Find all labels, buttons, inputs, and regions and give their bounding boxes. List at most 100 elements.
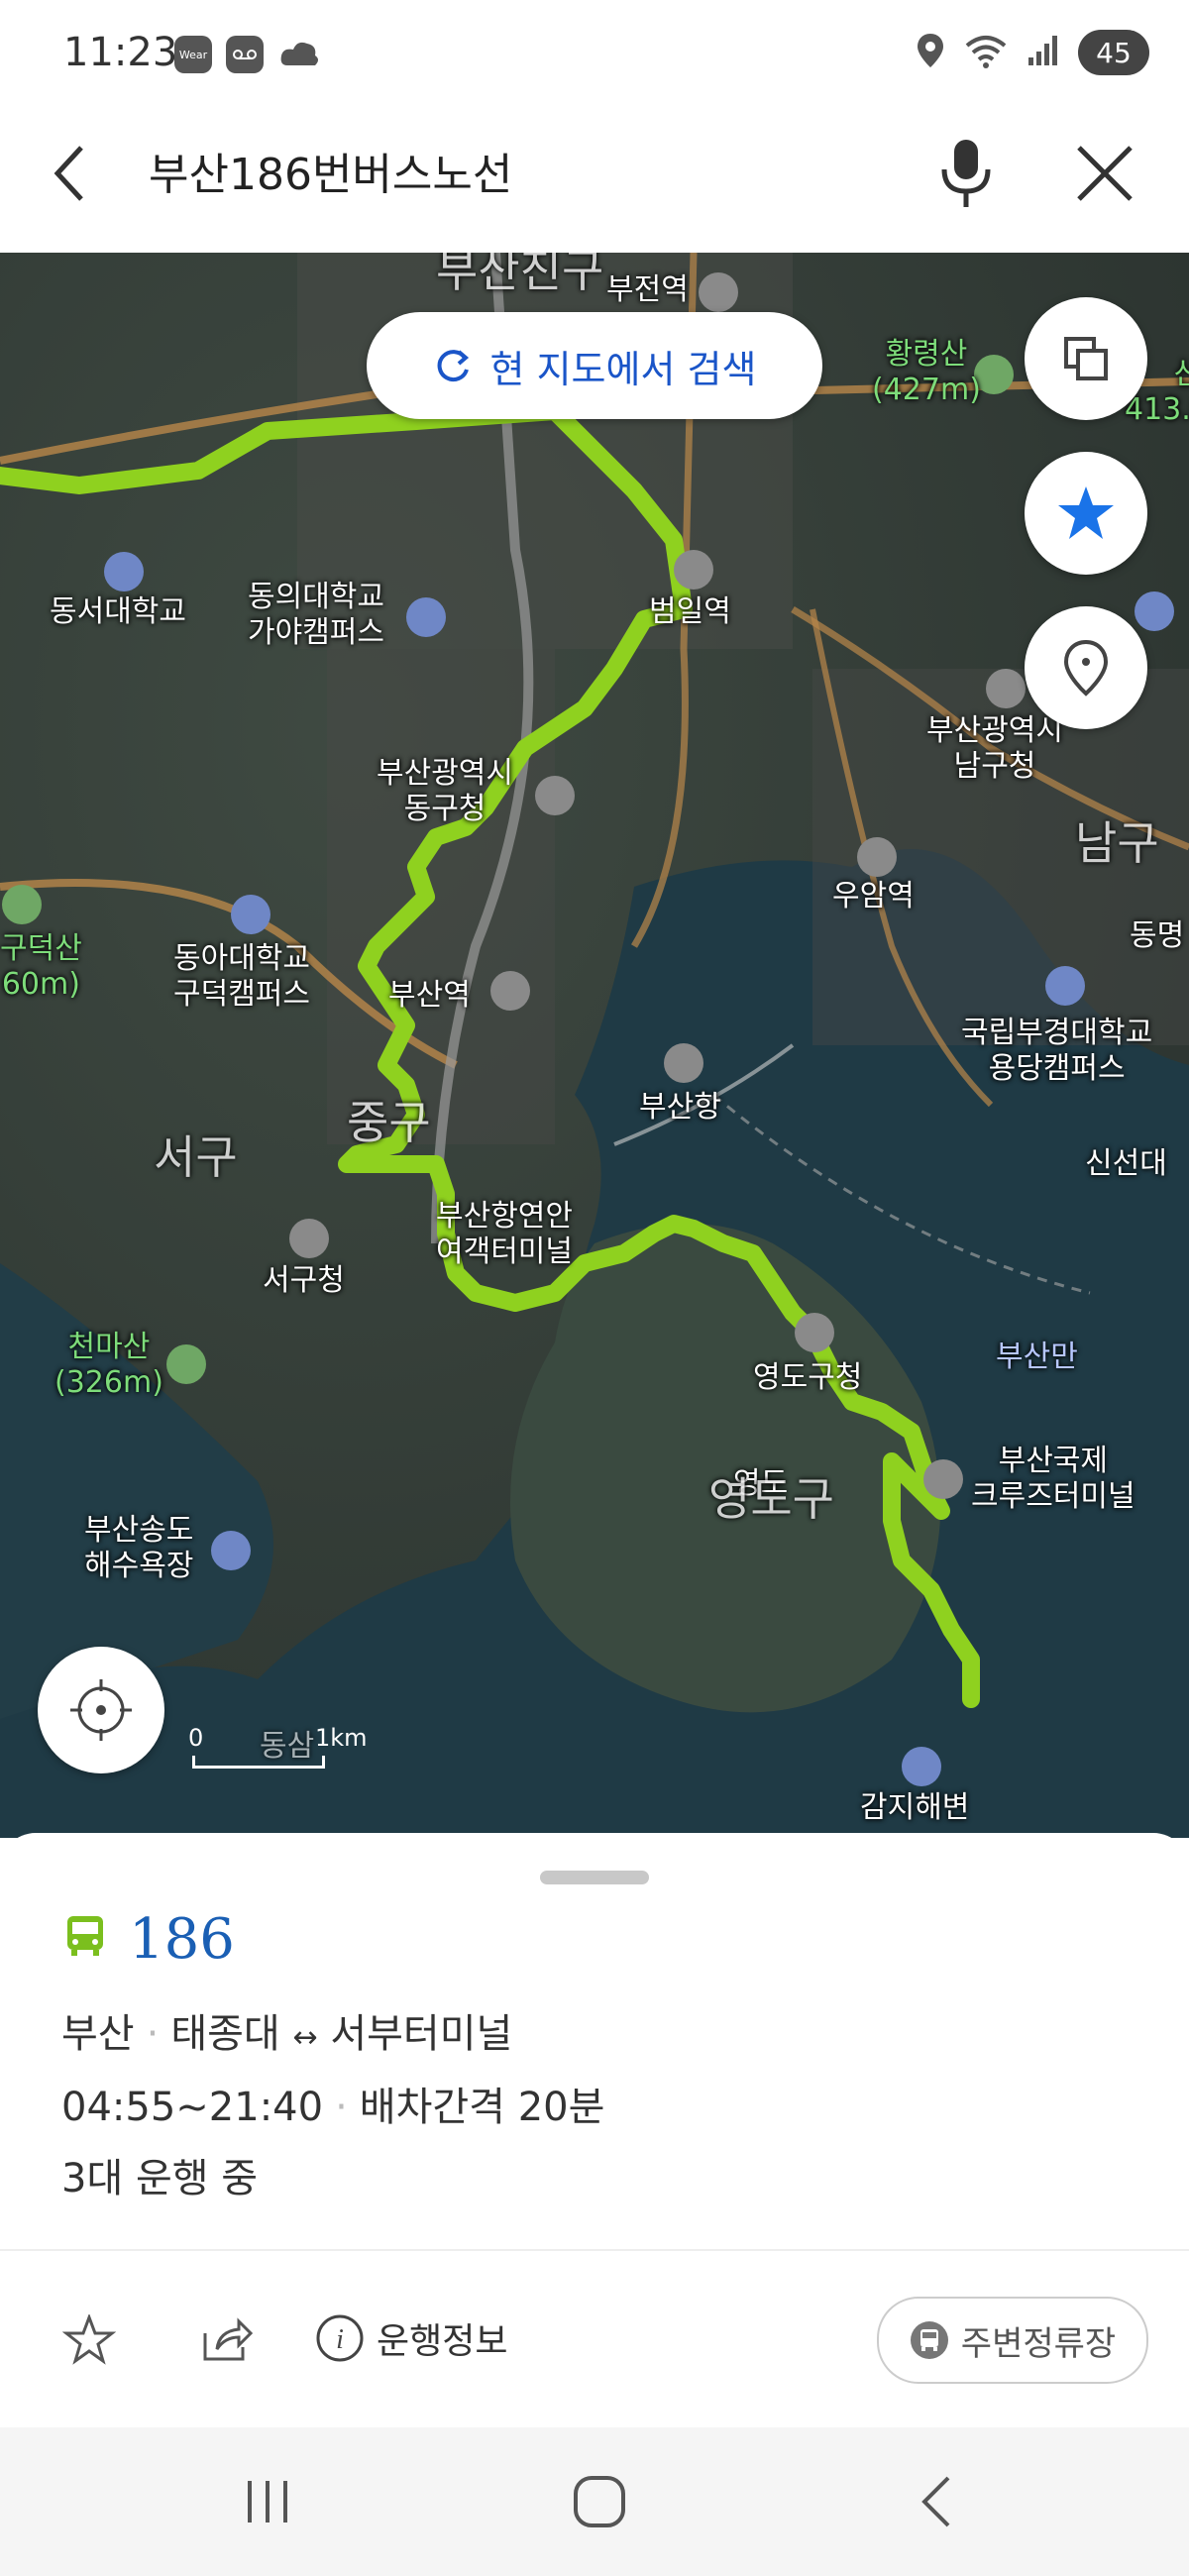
- map-label: 동서대학교: [50, 594, 186, 629]
- map-label: 부산역: [388, 978, 471, 1013]
- map-label: 구덕산 60m): [0, 931, 82, 1002]
- beach-marker: [211, 1531, 251, 1570]
- office-marker: [535, 776, 575, 815]
- port-marker: [664, 1043, 703, 1083]
- map-label: 신선대: [1085, 1146, 1167, 1181]
- home-button[interactable]: [560, 2467, 639, 2536]
- voice-search-button[interactable]: [931, 134, 1001, 213]
- current-location-button[interactable]: [38, 1647, 164, 1773]
- station-marker: [674, 550, 713, 590]
- map-label: 우암역: [832, 879, 915, 913]
- refresh-icon: [437, 350, 469, 382]
- map-label: 국립부경대학교 용당캠퍼스: [961, 1016, 1153, 1086]
- office-marker: [289, 1219, 329, 1258]
- office-marker: [795, 1313, 834, 1352]
- map-label: 부산항: [639, 1090, 721, 1125]
- office-marker: [986, 669, 1026, 708]
- recent-apps-button[interactable]: [228, 2467, 307, 2536]
- route-region: 부산: [61, 2011, 135, 2057]
- bus-stop-icon: [910, 2321, 948, 2359]
- back-button[interactable]: [40, 134, 99, 213]
- close-icon: [1077, 146, 1133, 201]
- service-info-label: 운행정보: [377, 2321, 508, 2362]
- info-icon: i: [316, 2314, 364, 2362]
- recents-icon: [248, 2481, 287, 2522]
- map-label: 범일역: [649, 594, 731, 629]
- close-button[interactable]: [1065, 134, 1144, 213]
- map-label: 부산송도 해수욕장: [84, 1513, 194, 1583]
- nearby-stops-button[interactable]: 주변정류장: [877, 2297, 1148, 2384]
- favorites-button[interactable]: [1025, 452, 1147, 575]
- map-label: 동의대학교 가야캠퍼스: [248, 580, 384, 650]
- station-marker: [699, 272, 738, 312]
- layers-button[interactable]: [1025, 297, 1147, 420]
- favorite-button[interactable]: [57, 2308, 121, 2372]
- layers-icon: [1064, 337, 1108, 380]
- route-arrow: ↔: [292, 2020, 318, 2055]
- beach-marker: [902, 1747, 941, 1786]
- route-hours: 04:55~21:40: [61, 2085, 324, 2130]
- map-label: 남구: [1075, 816, 1159, 870]
- map-label: 부산광역시 남구청: [926, 713, 1063, 784]
- map-view[interactable]: 부산진구 부전역 황령산 (427m) 산 413.6m) 동서대학교 동의대학…: [0, 253, 1189, 1838]
- divider: [0, 2249, 1189, 2251]
- map-label: 영도구청: [753, 1360, 863, 1395]
- status-right: 45: [916, 30, 1149, 75]
- star-outline-icon: [62, 2314, 116, 2365]
- map-label: 동아대학교 구덕캠퍼스: [173, 941, 310, 1012]
- place-button[interactable]: [1025, 606, 1147, 729]
- map-label: 천마산 (326m): [54, 1330, 163, 1400]
- search-this-area-label: 현 지도에서 검색: [489, 347, 757, 391]
- map-label: 부산만: [996, 1340, 1078, 1374]
- bus-icon: [63, 1914, 107, 1962]
- mountain-marker: [166, 1344, 206, 1384]
- svg-text:i: i: [336, 2324, 344, 2355]
- station-marker: [857, 837, 897, 877]
- cloud-icon: [277, 36, 321, 77]
- back-arrow-icon: [54, 146, 83, 201]
- home-icon: [574, 2476, 625, 2527]
- map-label: 부산광역시 동구청: [377, 756, 513, 826]
- share-button[interactable]: [194, 2308, 258, 2372]
- mountain-marker: [2, 885, 42, 924]
- sheet-drag-handle[interactable]: [540, 1871, 649, 1884]
- map-label: 동명: [1130, 918, 1185, 953]
- crosshair-icon: [70, 1679, 132, 1741]
- system-back-button[interactable]: [897, 2467, 976, 2536]
- route-number: 186: [129, 1907, 235, 1972]
- service-info-button[interactable]: i 운행정보: [315, 2312, 507, 2364]
- search-this-area-button[interactable]: 현 지도에서 검색: [367, 312, 822, 419]
- map-label: 부산항연안 여객터미널: [436, 1199, 573, 1269]
- route-running: 3대 운행 중: [61, 2156, 259, 2201]
- map-label: 부산진구: [436, 253, 604, 297]
- nearby-stops-label: 주변정류장: [960, 2323, 1117, 2364]
- voicemail-icon: [226, 36, 264, 73]
- map-label: 서구: [154, 1130, 238, 1184]
- battery-indicator: 45: [1078, 30, 1149, 75]
- signal-icon: [1027, 34, 1060, 71]
- location-icon: [916, 32, 945, 73]
- university-marker: [1045, 966, 1085, 1006]
- pin-icon: [1063, 639, 1109, 697]
- wear-badge: Wear: [174, 36, 212, 73]
- back-icon: [921, 2476, 950, 2527]
- map-label: 부산국제 크루즈터미널: [971, 1444, 1135, 1514]
- status-time: 11:23: [63, 30, 178, 75]
- star-icon: [1058, 486, 1114, 539]
- map-label: 황령산 (427m): [872, 337, 981, 407]
- map-label: 서구청: [263, 1263, 345, 1298]
- route-from: 태종대: [170, 2011, 280, 2057]
- wifi-icon: [963, 32, 1009, 73]
- route-interval: 배차간격 20분: [359, 2085, 605, 2130]
- scale-km: 1km: [315, 1724, 368, 1752]
- port-marker: [923, 1459, 963, 1499]
- microphone-icon: [941, 140, 991, 207]
- search-query[interactable]: 부산186번버스노선: [149, 139, 512, 202]
- university-marker: [406, 597, 446, 637]
- university-marker: [231, 895, 270, 934]
- map-label: 감지해변: [860, 1790, 970, 1825]
- scale-zero: 0: [188, 1724, 204, 1752]
- university-marker: [1135, 591, 1174, 631]
- map-label: 영도구: [708, 1472, 834, 1526]
- route-to: 서부터미널: [330, 2011, 513, 2057]
